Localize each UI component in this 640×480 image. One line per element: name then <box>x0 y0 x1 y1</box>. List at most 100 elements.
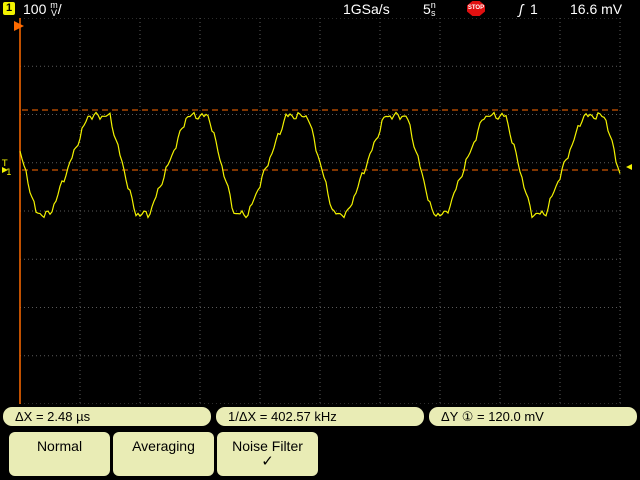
grid-dot <box>524 258 525 260</box>
grid-dot <box>79 106 81 107</box>
grid-dot <box>32 355 33 357</box>
grid-dot <box>400 17 401 19</box>
grid-dot <box>320 355 321 357</box>
grid-dot <box>619 222 621 223</box>
run-stop-indicator[interactable]: STOP <box>467 1 485 16</box>
grid-dot <box>499 278 501 279</box>
grid-dot <box>408 210 409 212</box>
grid-dot <box>444 65 445 67</box>
grid-dot <box>192 65 193 67</box>
grid-dot <box>600 307 601 308</box>
grid-dot <box>79 70 81 71</box>
grid-dot <box>416 162 417 164</box>
grid-dot <box>432 307 433 308</box>
grid-dot <box>236 65 237 67</box>
grid-dot <box>532 307 533 308</box>
grid-dot <box>259 150 261 151</box>
grid-dot <box>439 274 441 275</box>
channel-1-badge[interactable]: 1 <box>3 2 15 15</box>
grid-dot <box>379 38 381 39</box>
grid-dot <box>440 403 441 405</box>
grid-dot <box>619 226 621 227</box>
grid-dot <box>352 355 353 357</box>
grid-dot <box>379 150 381 151</box>
grid-dot <box>439 226 441 227</box>
grid-dot <box>536 307 537 308</box>
grid-dot <box>499 82 501 83</box>
grid-dot <box>84 162 85 164</box>
grid-dot <box>376 210 377 212</box>
grid-dot <box>559 290 561 291</box>
grid-dot <box>188 258 189 260</box>
grid-dot <box>379 306 381 307</box>
grid-dot <box>568 307 569 308</box>
grid-dot <box>264 307 265 308</box>
grid-dot <box>559 382 561 383</box>
grid-dot <box>336 17 337 19</box>
grid-dot <box>340 65 341 67</box>
softkey-noise-filter[interactable]: Noise Filter ✓ <box>217 432 318 476</box>
grid-dot <box>28 65 29 67</box>
grid-dot <box>568 210 569 212</box>
trigger-level[interactable]: 16.6 mV <box>570 1 622 17</box>
waveform-display[interactable]: T 1 <box>0 17 640 405</box>
grid-dot <box>528 162 529 164</box>
grid-dot <box>56 162 57 164</box>
grid-dot <box>79 122 81 123</box>
grid-dot <box>228 307 229 308</box>
grid-dot <box>379 86 381 87</box>
grid-dot <box>88 114 89 115</box>
grid-dot <box>139 130 141 131</box>
grid-dot <box>564 114 565 115</box>
grid-dot <box>328 210 329 212</box>
grid-dot <box>79 326 81 327</box>
grid-dot <box>496 17 497 19</box>
grid-dot <box>259 362 261 363</box>
grid-dot <box>444 355 445 357</box>
grid-dot <box>576 17 577 19</box>
grid-dot <box>496 307 497 308</box>
grid-dot <box>592 17 593 19</box>
grid-dot <box>379 310 381 311</box>
softkey-averaging[interactable]: Averaging <box>113 432 214 476</box>
grid-dot <box>212 210 213 212</box>
grid-dot <box>559 362 561 363</box>
grid-dot <box>108 355 109 357</box>
grid-dot <box>139 34 141 35</box>
grid-dot <box>408 258 409 260</box>
volts-per-division[interactable]: 100 m V / <box>23 1 62 18</box>
time-per-division[interactable]: 5ns <box>423 1 436 18</box>
grid-dot <box>199 30 201 31</box>
grid-dot <box>559 94 561 95</box>
grid-dot <box>460 258 461 260</box>
grid-dot <box>199 34 201 35</box>
grid-dot <box>492 17 493 19</box>
grid-dot <box>619 394 621 395</box>
grid-dot <box>500 258 501 260</box>
grid-dot <box>608 210 609 212</box>
softkey-normal[interactable]: Normal <box>9 432 110 476</box>
grid-dot <box>340 162 341 164</box>
grid-dot <box>379 42 381 43</box>
grid-dot <box>560 258 561 260</box>
grid-dot <box>79 386 81 387</box>
grid-dot <box>392 258 393 260</box>
grid-dot <box>139 218 141 219</box>
grid-dot <box>199 138 201 139</box>
grid-dot <box>524 307 525 308</box>
grid-dot <box>499 154 501 155</box>
grid-dot <box>264 258 265 260</box>
grid-dot <box>172 17 173 19</box>
grid-dot <box>68 17 69 19</box>
grid-dot <box>500 403 501 405</box>
grid-dot <box>328 355 329 357</box>
grid-dot <box>556 258 557 260</box>
grid-dot <box>200 17 201 19</box>
grid-dot <box>619 134 621 135</box>
grid-dot <box>112 403 113 405</box>
grid-dot <box>259 206 261 207</box>
grid-dot <box>40 17 41 19</box>
grid-dot <box>439 338 441 339</box>
grid-dot <box>100 403 101 405</box>
grid-dot <box>559 394 561 395</box>
